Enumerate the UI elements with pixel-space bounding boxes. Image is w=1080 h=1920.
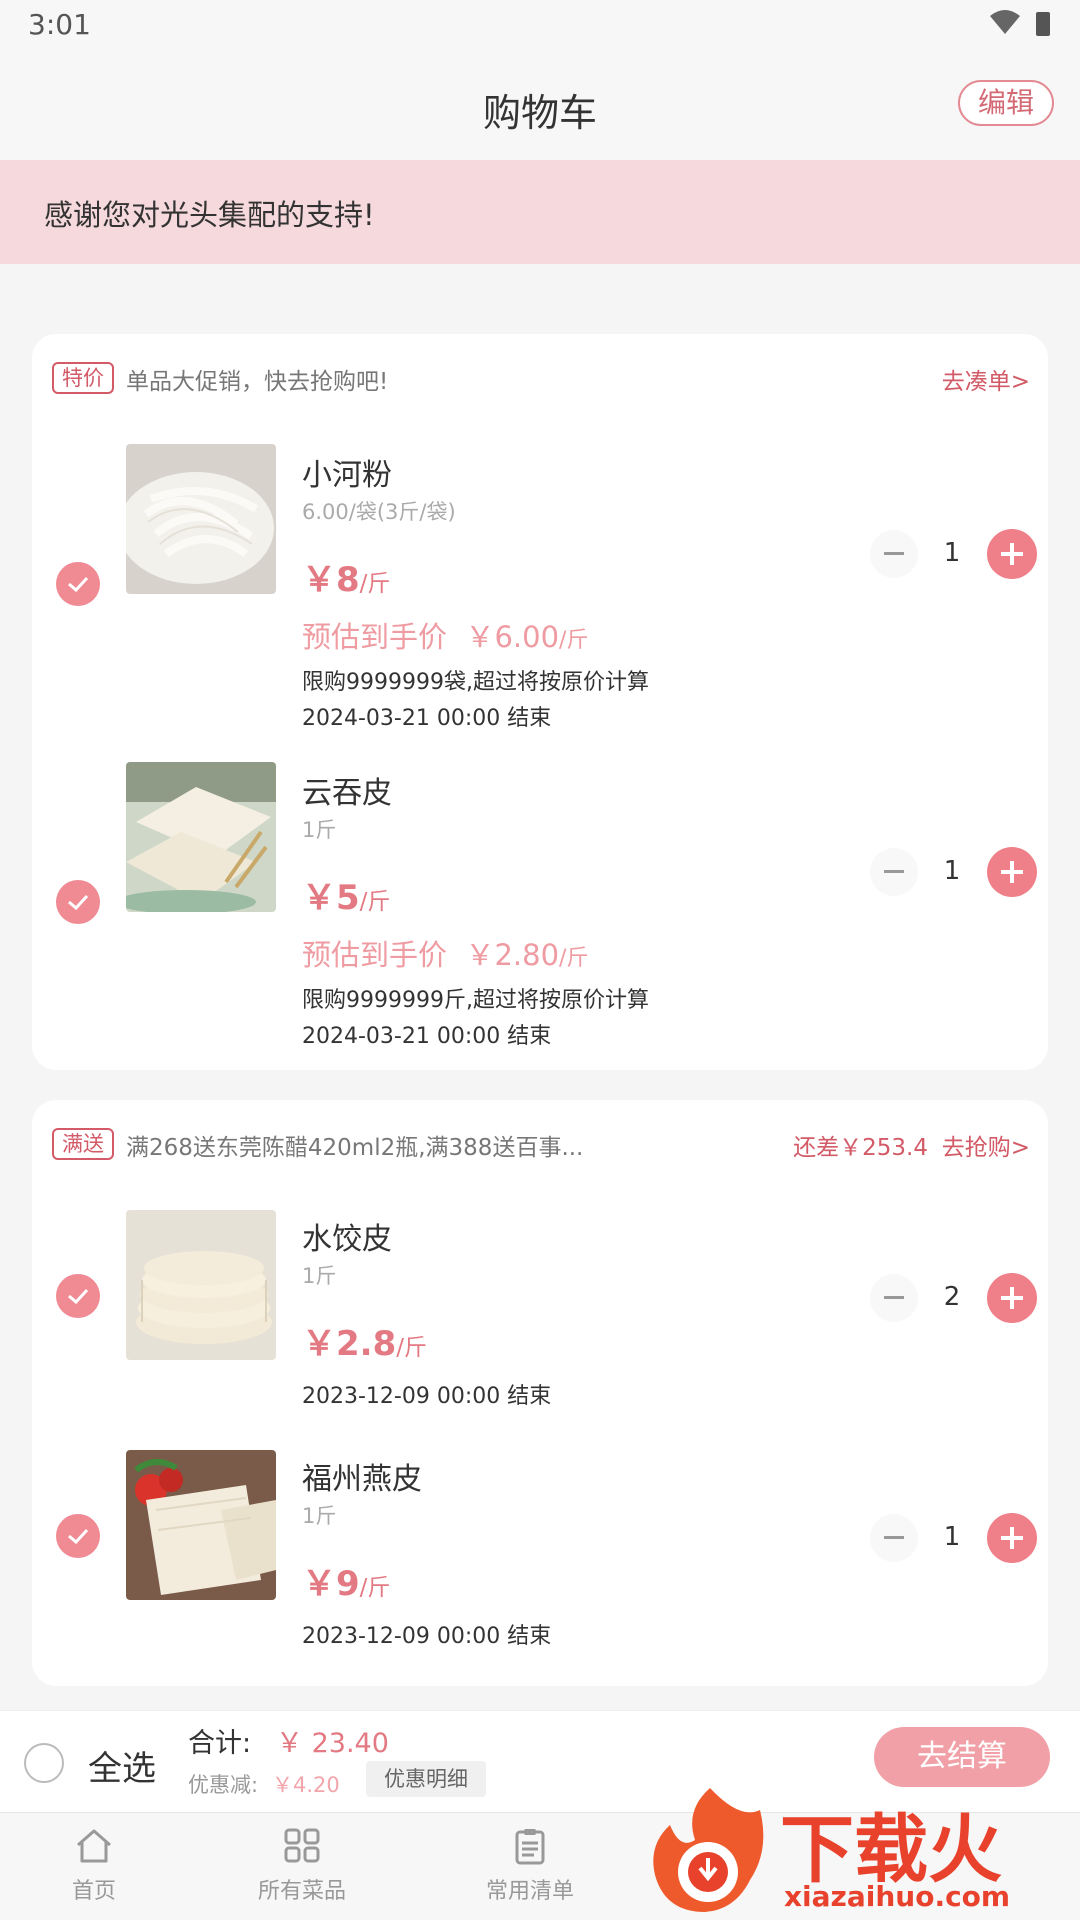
item-end-time: 2023-12-09 00:00 结束 xyxy=(302,1624,552,1649)
select-all-label[interactable]: 全选 xyxy=(88,1741,156,1790)
status-time: 3:01 xyxy=(28,8,91,41)
quantity-decrease-button[interactable] xyxy=(870,1274,918,1322)
item-estimate-price: 预估到手价 ￥6.00/斤 xyxy=(302,620,589,654)
quantity-value: 1 xyxy=(943,856,961,886)
clipboard-icon xyxy=(515,1829,545,1865)
item-image-fuzhou-swallow-skin[interactable] xyxy=(126,1450,276,1600)
discount-value: ￥4.20 xyxy=(272,1773,340,1797)
item-checkbox[interactable] xyxy=(56,880,100,924)
item-checkbox[interactable] xyxy=(56,1514,100,1558)
tab-common-list[interactable]: 常用清单 xyxy=(470,1827,590,1905)
item-spec: 6.00/袋(3斤/袋) xyxy=(302,500,456,524)
grid-icon xyxy=(284,1828,320,1863)
item-spec: 1斤 xyxy=(302,1264,337,1288)
item-image-dumpling-wrapper[interactable] xyxy=(126,1210,276,1360)
status-bar: 3:01 xyxy=(0,0,1080,50)
cart-item: 小河粉 6.00/袋(3斤/袋) ￥8/斤 预估到手价 ￥6.00/斤 限购99… xyxy=(32,444,1048,744)
watermark: 下载火 xiazaihuo.com xyxy=(640,1776,1080,1920)
check-icon xyxy=(68,894,89,911)
item-price: ￥5/斤 xyxy=(302,878,391,918)
header: 购物车 编辑 xyxy=(0,50,1080,160)
battery-icon xyxy=(1036,12,1050,36)
quantity-decrease-button[interactable] xyxy=(870,1514,918,1562)
check-icon xyxy=(68,576,89,593)
item-end-time: 2024-03-21 00:00 结束 xyxy=(302,1024,552,1049)
cart-item: 水饺皮 1斤 ￥2.8/斤 2023-12-09 00:00 结束 2 xyxy=(32,1208,1048,1418)
tab-label: 常用清单 xyxy=(485,1879,574,1904)
item-limit: 限购9999999斤,超过将按原价计算 xyxy=(302,988,649,1013)
item-checkbox[interactable] xyxy=(56,1274,100,1318)
item-spec: 1斤 xyxy=(302,1504,337,1528)
select-all-checkbox[interactable] xyxy=(24,1743,64,1783)
home-icon xyxy=(77,1829,111,1863)
promo-group-gift: 满送 满268送东莞陈醋420ml2瓶,满388送百事... 还差￥253.4 … xyxy=(32,1100,1048,1686)
tab-label: 首页 xyxy=(71,1879,116,1904)
quantity-increase-button[interactable] xyxy=(987,1273,1037,1323)
quantity-increase-button[interactable] xyxy=(987,529,1037,579)
promo-tag: 特价 xyxy=(52,362,114,394)
quantity-increase-button[interactable] xyxy=(987,847,1037,897)
item-name: 云吞皮 xyxy=(302,776,392,811)
promo-group-special: 特价 单品大促销，快去抢购吧! 去凑单> 小河粉 6.00/袋(3斤/袋) ￥8… xyxy=(32,334,1048,1070)
tab-all-dishes[interactable]: 所有菜品 xyxy=(242,1827,362,1905)
item-price: ￥9/斤 xyxy=(302,1564,391,1604)
item-image-wonton-wrapper[interactable] xyxy=(126,762,276,912)
promo-link[interactable]: 去凑单> xyxy=(942,362,1030,396)
promo-link[interactable]: 去抢购> xyxy=(942,1128,1030,1162)
item-end-time: 2024-03-21 00:00 结束 xyxy=(302,706,552,731)
watermark-domain: xiazaihuo.com xyxy=(784,1880,1011,1913)
cart-item: 云吞皮 1斤 ￥5/斤 预估到手价 ￥2.80/斤 限购9999999斤,超过将… xyxy=(32,762,1048,1062)
wifi-icon xyxy=(990,10,1020,34)
page-title: 购物车 xyxy=(482,91,597,135)
quantity-increase-button[interactable] xyxy=(987,1513,1037,1563)
item-name: 水饺皮 xyxy=(302,1222,392,1257)
item-end-time: 2023-12-09 00:00 结束 xyxy=(302,1384,552,1409)
tab-home[interactable]: 首页 xyxy=(34,1827,154,1905)
cart-item: 福州燕皮 1斤 ￥9/斤 2023-12-09 00:00 结束 1 xyxy=(32,1448,1048,1658)
item-name: 小河粉 xyxy=(302,458,392,493)
item-checkbox[interactable] xyxy=(56,562,100,606)
promo-remaining-amount: 还差￥253.4 xyxy=(793,1135,928,1161)
check-icon xyxy=(68,1288,89,1305)
check-icon xyxy=(68,1528,89,1545)
discount-label: 优惠减: xyxy=(188,1773,259,1797)
notice-banner: 感谢您对光头集配的支持! xyxy=(0,160,1080,264)
item-price: ￥8/斤 xyxy=(302,560,391,600)
quantity-value: 1 xyxy=(943,538,961,568)
promo-tag: 满送 xyxy=(52,1128,114,1160)
quantity-value: 1 xyxy=(943,1522,961,1552)
promo-description: 满268送东莞陈醋420ml2瓶,满388送百事... xyxy=(126,1135,584,1161)
edit-button[interactable]: 编辑 xyxy=(958,80,1054,126)
item-image-rice-noodle[interactable] xyxy=(126,444,276,594)
item-spec: 1斤 xyxy=(302,818,337,842)
item-price: ￥2.8/斤 xyxy=(302,1324,427,1364)
banner-text: 感谢您对光头集配的支持! xyxy=(44,198,375,232)
quantity-decrease-button[interactable] xyxy=(870,848,918,896)
total-value: ￥ 23.40 xyxy=(276,1728,389,1759)
promo-description: 单品大促销，快去抢购吧! xyxy=(126,369,389,395)
quantity-value: 2 xyxy=(943,1282,961,1312)
flame-logo-icon xyxy=(653,1788,764,1912)
tab-label: 所有菜品 xyxy=(257,1879,346,1904)
quantity-decrease-button[interactable] xyxy=(870,530,918,578)
item-name: 福州燕皮 xyxy=(302,1462,422,1497)
item-limit: 限购9999999袋,超过将按原价计算 xyxy=(302,670,649,695)
total-label: 合计: xyxy=(188,1728,252,1759)
discount-detail-button[interactable]: 优惠明细 xyxy=(366,1761,486,1797)
item-estimate-price: 预估到手价 ￥2.80/斤 xyxy=(302,938,589,972)
